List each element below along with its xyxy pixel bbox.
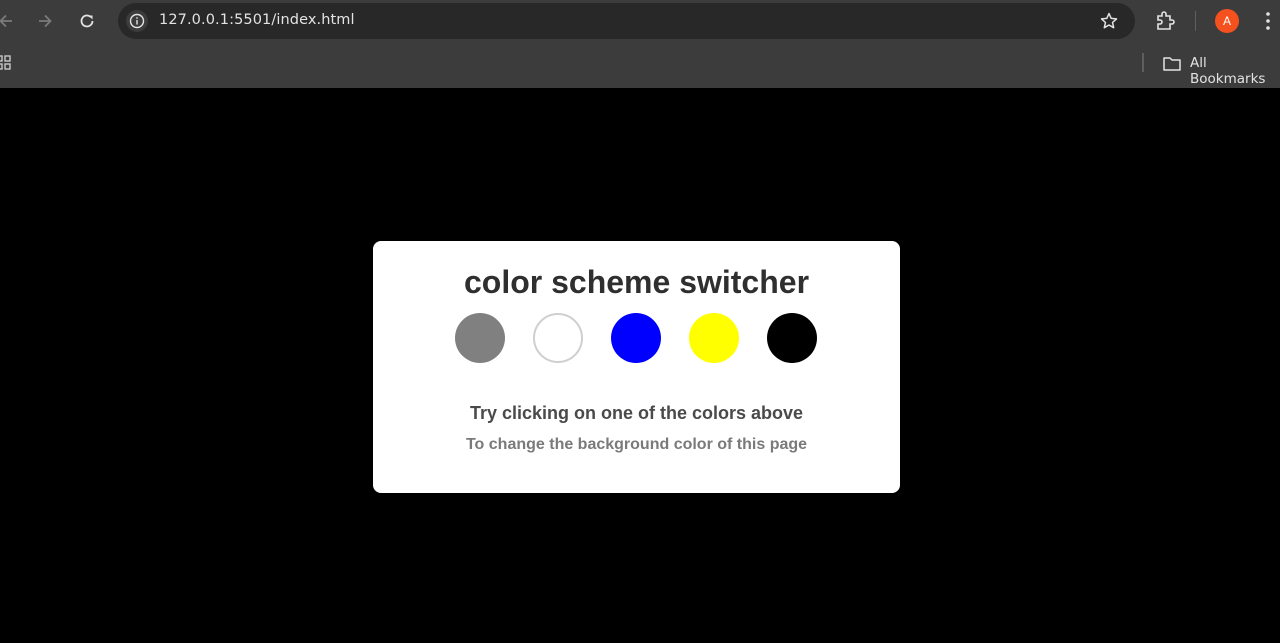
address-bar[interactable]: 127.0.0.1:5501/index.html	[118, 3, 1135, 39]
back-icon[interactable]	[0, 9, 18, 33]
browser-toolbar: 127.0.0.1:5501/index.html A	[0, 0, 1280, 42]
reload-icon[interactable]	[75, 9, 99, 33]
folder-icon[interactable]	[1162, 55, 1182, 73]
all-bookmarks-link[interactable]: All Bookmarks	[1190, 55, 1280, 87]
profile-avatar[interactable]: A	[1215, 9, 1239, 33]
swatch-yellow[interactable]	[689, 313, 739, 363]
swatch-gray[interactable]	[455, 313, 505, 363]
swatch-blue[interactable]	[611, 313, 661, 363]
color-swatches	[455, 313, 820, 365]
swatch-white[interactable]	[533, 313, 583, 363]
instruction-subtext: To change the background color of this p…	[465, 436, 808, 453]
toolbar-separator	[1195, 11, 1196, 31]
switcher-card: color scheme switcher Try clicking on on…	[373, 241, 900, 493]
page-viewport: color scheme switcher Try clicking on on…	[0, 88, 1280, 643]
apps-icon[interactable]	[0, 55, 11, 71]
menu-icon[interactable]	[1258, 9, 1278, 33]
page-title: color scheme switcher	[463, 264, 810, 300]
swatch-black[interactable]	[767, 313, 817, 363]
bookmark-star-icon[interactable]	[1099, 11, 1119, 31]
instruction-text: Try clicking on one of the colors above	[469, 403, 804, 423]
forward-icon[interactable]	[33, 9, 57, 33]
site-info-icon[interactable]	[126, 10, 148, 32]
bookmarks-bar: All Bookmarks	[0, 42, 1280, 88]
extensions-icon[interactable]	[1154, 9, 1178, 33]
url-text[interactable]: 127.0.0.1:5501/index.html	[159, 12, 355, 28]
bookmarks-separator	[1142, 53, 1144, 72]
